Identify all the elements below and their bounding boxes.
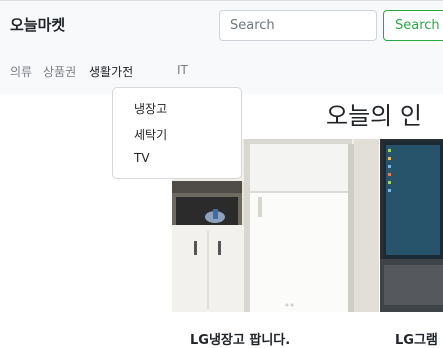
nav-item-clothing[interactable]: 의류 (10, 63, 32, 80)
appliances-dropdown-menu: 냉장고 세탁기 TV (112, 87, 242, 179)
brand-logo[interactable]: 오늘마켓 (10, 14, 65, 35)
top-navbar: 오늘마켓 Search (0, 0, 443, 48)
dropdown-item-tv[interactable]: TV (134, 151, 150, 165)
nav-item-giftcard[interactable]: 상품권 (43, 63, 76, 80)
product-caption[interactable]: LG냉장고 팝니다. (190, 329, 290, 348)
dropdown-item-washer[interactable]: 세탁기 (134, 126, 167, 143)
dropdown-item-refrigerator[interactable]: 냉장고 (134, 100, 167, 117)
nav-item-appliances[interactable]: 생활가전 (89, 63, 133, 80)
laptop-photo (380, 139, 443, 312)
page-headline: 오늘의 인 (326, 102, 422, 130)
search-button[interactable]: Search (383, 10, 443, 41)
product-caption[interactable]: LG그램 (395, 329, 438, 348)
product-carousel-laptop[interactable] (380, 139, 443, 312)
carousel-indicator[interactable] (290, 303, 294, 307)
nav-item-it[interactable]: IT (177, 63, 188, 77)
carousel-indicator[interactable] (285, 303, 289, 307)
carousel-indicator[interactable] (280, 303, 284, 307)
search-input[interactable] (219, 10, 377, 41)
